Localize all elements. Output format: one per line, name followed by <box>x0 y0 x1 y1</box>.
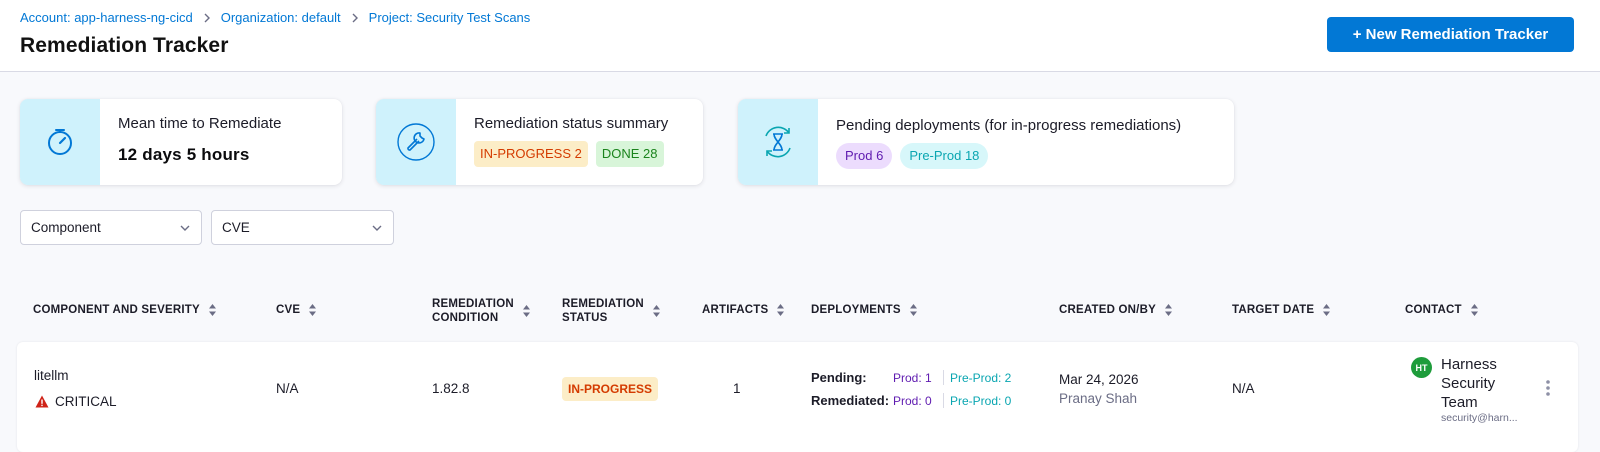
done-count-badge: DONE 28 <box>595 141 664 167</box>
component-filter-label: Component <box>31 220 101 235</box>
pending-label: Pending: <box>811 370 867 385</box>
sort-icon[interactable] <box>308 303 317 317</box>
contact-name-line1: Harness <box>1441 356 1497 373</box>
column-header-deployments-label: DEPLOYMENTS <box>811 304 901 316</box>
status-summary-card: Remediation status summary IN-PROGRESS 2… <box>376 99 703 185</box>
column-header-remediation-status[interactable]: REMEDIATION STATUS <box>562 297 661 325</box>
sort-icon[interactable] <box>776 303 785 317</box>
contact-name-line3: Team <box>1441 394 1478 411</box>
status-badge: IN-PROGRESS <box>562 377 659 401</box>
column-header-component[interactable]: COMPONENT AND SEVERITY <box>33 303 217 317</box>
sort-icon[interactable] <box>652 304 661 318</box>
contact-name: Harness Security Team <box>1441 355 1497 412</box>
breadcrumb-account[interactable]: Account: app-harness-ng-cicd <box>20 10 193 25</box>
warning-triangle-icon <box>35 395 49 408</box>
avatar: HT <box>1411 357 1432 378</box>
sort-icon[interactable] <box>1470 303 1479 317</box>
column-header-contact[interactable]: CONTACT <box>1405 303 1479 317</box>
wrench-icon <box>397 123 435 161</box>
column-header-status-line1: REMEDIATION <box>562 298 644 310</box>
column-header-cve[interactable]: CVE <box>276 303 317 317</box>
chevron-down-icon <box>372 225 382 231</box>
column-header-condition-line1: REMEDIATION <box>432 298 514 310</box>
breadcrumb-project[interactable]: Project: Security Test Scans <box>369 10 531 25</box>
pending-deployments-title: Pending deployments (for in-progress rem… <box>836 117 1182 134</box>
chevron-right-icon <box>351 13 359 23</box>
pending-prod: Prod: 1 <box>893 371 932 385</box>
component-name: litellm <box>34 368 69 383</box>
column-header-target-label: TARGET DATE <box>1232 304 1315 316</box>
column-header-remediation-status-label: REMEDIATION STATUS <box>562 297 644 325</box>
column-header-created-label: CREATED ON/BY <box>1059 304 1156 316</box>
page-title: Remediation Tracker <box>20 34 229 57</box>
column-header-artifacts-label: ARTIFACTS <box>702 304 769 316</box>
more-options-icon[interactable] <box>1545 379 1551 402</box>
column-header-remediation-condition[interactable]: REMEDIATION CONDITION <box>432 297 531 325</box>
mttr-title: Mean time to Remediate <box>118 115 282 132</box>
preprod-count-badge: Pre-Prod 18 <box>900 143 989 169</box>
remediation-condition: 1.82.8 <box>432 381 470 396</box>
mttr-card: Mean time to Remediate 12 days 5 hours <box>20 99 342 185</box>
table-row[interactable]: litellm CRITICAL N/A 1.82.8 IN-PROGRESS … <box>17 342 1578 452</box>
sort-icon[interactable] <box>522 304 531 318</box>
remediated-prod: Prod: 0 <box>893 394 932 408</box>
cve-filter-label: CVE <box>222 220 250 235</box>
remediated-label: Remediated: <box>811 393 890 408</box>
status-summary-title: Remediation status summary <box>474 115 669 132</box>
column-header-target-date[interactable]: TARGET DATE <box>1232 303 1331 317</box>
column-header-contact-label: CONTACT <box>1405 304 1462 316</box>
column-header-component-label: COMPONENT AND SEVERITY <box>33 304 200 316</box>
timer-icon <box>48 129 72 155</box>
chevron-down-icon <box>180 225 190 231</box>
column-header-artifacts[interactable]: ARTIFACTS <box>702 303 785 317</box>
severity-label: CRITICAL <box>55 394 117 409</box>
new-remediation-tracker-button[interactable]: + New Remediation Tracker <box>1327 17 1574 52</box>
remediated-preprod: Pre-Prod: 0 <box>950 394 1012 408</box>
prod-count-badge: Prod 6 <box>836 143 893 169</box>
status-cell: IN-PROGRESS <box>562 377 659 401</box>
column-header-status-line2: STATUS <box>562 312 608 324</box>
column-header-deployments[interactable]: DEPLOYMENTS <box>811 303 918 317</box>
sort-icon[interactable] <box>1164 303 1173 317</box>
mttr-value: 12 days 5 hours <box>118 145 250 164</box>
sort-icon[interactable] <box>909 303 918 317</box>
column-header-cve-label: CVE <box>276 304 301 316</box>
artifacts-count: 1 <box>733 381 741 396</box>
hourglass-cycle-icon <box>765 126 791 158</box>
in-progress-count-badge: IN-PROGRESS 2 <box>474 141 588 167</box>
created-by: Pranay Shah <box>1059 391 1138 406</box>
divider <box>943 393 944 408</box>
sort-icon[interactable] <box>1322 303 1331 317</box>
breadcrumb-organization[interactable]: Organization: default <box>221 10 341 25</box>
target-date: N/A <box>1232 381 1255 396</box>
column-header-remediation-condition-label: REMEDIATION CONDITION <box>432 297 514 325</box>
breadcrumb: Account: app-harness-ng-cicd Organizatio… <box>20 10 530 25</box>
page-header: Account: app-harness-ng-cicd Organizatio… <box>0 0 1600 72</box>
column-header-condition-line2: CONDITION <box>432 312 499 324</box>
contact-name-line2: Security <box>1441 375 1496 392</box>
sort-icon[interactable] <box>208 303 217 317</box>
divider <box>943 370 944 385</box>
severity: CRITICAL <box>35 394 117 409</box>
pending-deployments-card: Pending deployments (for in-progress rem… <box>738 99 1234 185</box>
column-header-created[interactable]: CREATED ON/BY <box>1059 303 1173 317</box>
pending-preprod: Pre-Prod: 2 <box>950 371 1012 385</box>
component-filter-dropdown[interactable]: Component <box>20 210 202 245</box>
contact-email: security@harn... <box>1441 412 1518 424</box>
cve-value: N/A <box>276 381 299 396</box>
chevron-right-icon <box>203 13 211 23</box>
created-on: Mar 24, 2026 <box>1059 372 1139 387</box>
cve-filter-dropdown[interactable]: CVE <box>211 210 394 245</box>
